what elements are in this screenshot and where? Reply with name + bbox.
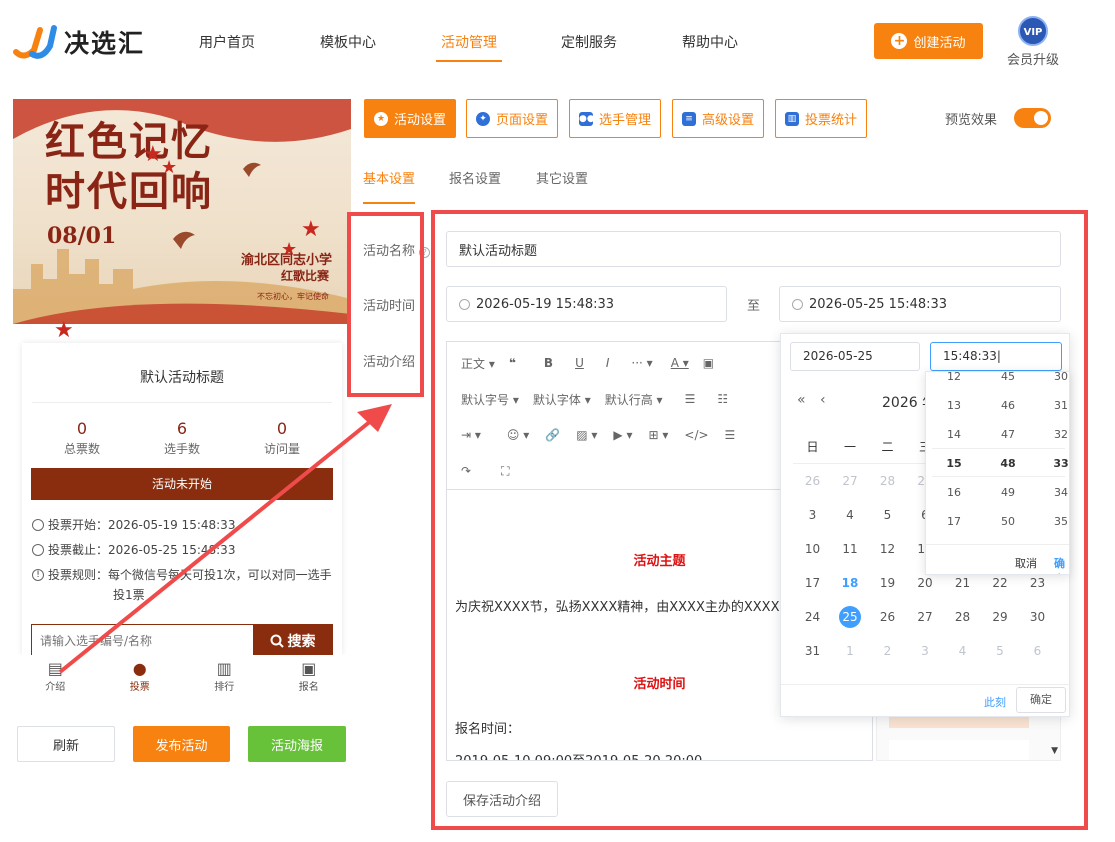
subtab-basic[interactable]: 基本设置	[363, 168, 415, 187]
contestant-search-input[interactable]	[32, 625, 253, 656]
sliders-icon: ≡	[681, 111, 696, 126]
subtab-indicator	[363, 202, 415, 204]
tab-vote[interactable]: ● 投票	[98, 655, 183, 700]
id-card-icon: ▣	[301, 659, 317, 678]
logo[interactable]: 决选汇	[12, 22, 162, 62]
vip-label: 会员升级	[1006, 53, 1059, 68]
activity-card: 默认活动标题 0 总票数 6 选手数 0 访问量 活动未开始 投票开始：2026-05…	[22, 343, 342, 657]
preview-toggle[interactable]	[1014, 108, 1051, 128]
clock-icon	[32, 519, 44, 531]
brand-name: 决选汇	[64, 29, 146, 58]
subtab-signup[interactable]: 报名设置	[449, 168, 501, 187]
create-activity-label: 创建活动	[913, 35, 966, 51]
bar-chart-icon: ▥	[784, 111, 799, 126]
info-icon: !	[32, 569, 44, 581]
vip-upgrade[interactable]: VIP 会员升级	[1005, 16, 1061, 68]
activity-poster-button[interactable]: 活动海报	[248, 726, 346, 762]
users-icon: ●●	[578, 111, 595, 126]
stat-total-votes: 0 总票数	[63, 419, 100, 456]
poster-image: 红色记忆 时代回响 ★ ★ ★ ★ 08/01 渝北区同志小学 红歌比赛 不忘初…	[13, 99, 351, 324]
publish-activity-button[interactable]: 发布活动	[133, 726, 230, 762]
logo-icon	[13, 25, 57, 59]
document-icon: ▤	[47, 659, 63, 678]
poster-slogan: 不忘初心，牢记使命	[257, 292, 329, 301]
poster-date: 08/01	[47, 223, 117, 249]
stat-visits: 0 访问量	[263, 419, 300, 456]
vote-start-info: 投票开始：2026-05-19 15:48:33	[32, 513, 235, 538]
nav-custom-service[interactable]: 定制服务	[561, 26, 617, 62]
star-icon: ★	[161, 157, 178, 178]
vote-end-info: 投票截止：2026-05-25 15:48:33	[32, 538, 235, 563]
nav-help[interactable]: 帮助中心	[682, 26, 738, 62]
plus-icon: +	[891, 33, 908, 49]
poster-school: 渝北区同志小学	[241, 253, 333, 268]
card-title: 默认活动标题	[140, 370, 224, 386]
clock-icon	[32, 544, 44, 556]
poster-title: 红色记忆 时代回响	[45, 118, 213, 215]
search-button[interactable]: 搜索	[253, 625, 332, 656]
tab-ranking[interactable]: ▥ 排行	[182, 655, 267, 700]
tab-activity-settings[interactable]: ★ 活动设置	[364, 99, 456, 138]
refresh-button[interactable]: 刷新	[17, 726, 115, 762]
star-icon: ★	[54, 318, 74, 343]
gear-icon: ✦	[475, 111, 490, 126]
tab-page-settings[interactable]: ✦ 页面设置	[466, 99, 558, 138]
tab-vote-stats[interactable]: ▥ 投票统计	[775, 99, 867, 138]
stat-contestants: 6 选手数	[163, 419, 200, 456]
mobile-tabbar: ▤ 介绍 ● 投票 ▥ 排行 ▣ 报名	[13, 655, 351, 700]
activity-status-button[interactable]: 活动未开始	[31, 468, 333, 500]
contestant-search: 搜索	[31, 624, 333, 657]
highlight-box-form	[431, 210, 1088, 830]
subtab-other[interactable]: 其它设置	[536, 168, 588, 187]
star-circle-icon: ★	[373, 111, 388, 126]
poster-event: 红歌比赛	[281, 269, 330, 283]
user-icon: ●	[132, 659, 147, 678]
tab-contestant-manage[interactable]: ●● 选手管理	[569, 99, 661, 138]
preview-label: 预览效果	[945, 113, 998, 128]
create-activity-button[interactable]: + 创建活动	[874, 23, 983, 59]
star-icon: ★	[301, 217, 321, 242]
highlight-box-labels	[347, 212, 424, 397]
vip-badge-icon: VIP	[1018, 16, 1048, 46]
nav-activity-manage[interactable]: 活动管理	[436, 26, 502, 62]
nav-home[interactable]: 用户首页	[199, 26, 255, 62]
tab-intro[interactable]: ▤ 介绍	[13, 655, 98, 700]
tab-signup[interactable]: ▣ 报名	[267, 655, 352, 700]
search-icon	[270, 634, 284, 648]
tab-advanced-settings[interactable]: ≡ 高级设置	[672, 99, 764, 138]
nav-templates[interactable]: 模板中心	[320, 26, 376, 62]
star-icon: ★	[143, 142, 163, 167]
vote-rule-info: ! 投票规则：每个微信号每天可投1次，可以对同一选手 投1票	[32, 563, 332, 605]
bar-chart-icon: ▥	[216, 659, 232, 678]
